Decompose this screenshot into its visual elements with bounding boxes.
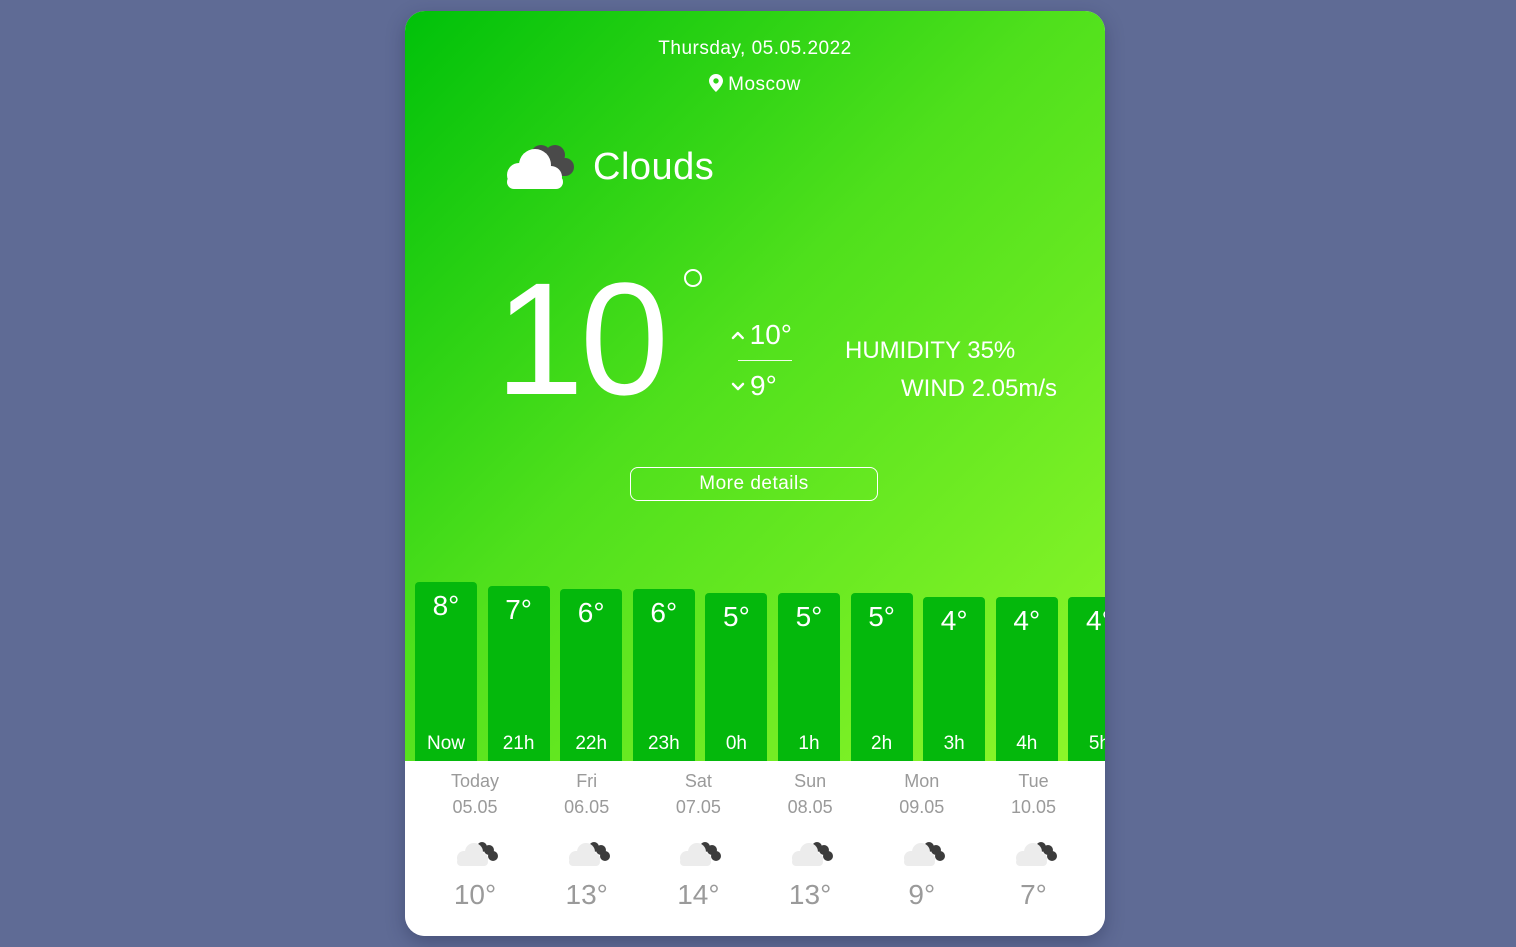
condition: Clouds [497,137,714,197]
daily-item: Mon 09.05 9° [866,771,978,911]
hourly-bar: 7° 21h [487,585,550,761]
map-pin-icon [709,74,724,92]
hourly-bar: 4° 3h [923,596,986,761]
hourly-time: 21h [502,733,535,754]
chevron-up-icon [731,331,744,340]
hourly-time: 3h [943,733,965,754]
hourly-time: 4h [1016,733,1038,754]
cloud-icon [507,145,574,189]
more-details-button[interactable]: More details [630,467,878,501]
day-date: 06.05 [564,797,610,817]
wind: WIND 2.05m/s [901,375,1058,402]
day-name: Tue [1018,771,1049,791]
hourly-time: 5h [1088,733,1105,754]
day-name: Fri [576,771,598,791]
current-temperature: 10 [495,249,669,428]
daily-item: Tue 10.05 7° [978,771,1090,911]
hourly-temp: 4° [1013,604,1041,636]
cloud-icon [792,842,834,866]
humidity: HUMIDITY 35% [845,337,1016,364]
hourly-temp: 5° [723,601,750,632]
hourly-time: Now [426,733,465,754]
day-name: Sun [794,771,827,791]
day-date: 09.05 [899,797,945,817]
hourly-temp: 5° [795,601,823,632]
hourly-temp: 6° [650,597,678,629]
hourly-bar: 5° 2h [850,593,913,761]
day-date: 10.05 [1010,797,1057,817]
day-temp: 13° [565,879,608,910]
location: Moscow [405,74,1105,96]
temp-min-row: 9° [730,368,792,404]
day-temp: 14° [677,879,720,910]
day-name: Mon [904,771,940,791]
cloud-icon [680,842,722,866]
day-temp: 13° [788,879,832,910]
day-date: 07.05 [675,797,721,817]
cloud-icon [457,842,498,866]
daily-item: Sat 07.05 14° [642,771,754,911]
hourly-bar: 6° 22h [560,589,623,761]
day-name: Sat [684,771,712,791]
location-label: Moscow [728,74,801,95]
daily-forecast: Today 05.05 10° Fri 06.05 13° Sat 07.05 14° Sun 08… [405,761,1105,936]
day-date: 08.05 [787,797,833,817]
condition-label: Clouds [593,145,715,188]
temp-max-row: 10° [730,317,792,353]
hourly-bar: 6° 23h [632,589,695,761]
hourly-temp: 6° [577,597,605,629]
hourly-time: 23h [647,733,680,754]
daily-item: Today 05.05 10° [419,771,531,911]
hourly-time: 1h [798,733,820,754]
hourly-bar: 4° 4h [995,596,1058,761]
cloud-icon [1015,842,1057,866]
day-temp: 10° [453,879,497,910]
hourly-temp: 8° [432,590,460,622]
cloud-icon [568,842,610,866]
hourly-temp: 4° [1086,604,1105,636]
hourly-time: 0h [725,733,747,754]
hourly-bar: 8° Now [415,582,477,761]
day-date: 05.05 [452,797,498,817]
degree-symbol [684,269,702,287]
temp-min: 9° [750,370,777,401]
hourly-temp: 5° [868,601,895,632]
daily-item: Fri 06.05 13° [531,771,643,911]
weather-card: Thursday, 05.05.2022 Moscow Clouds 10 10… [405,11,1105,936]
current-weather-panel: Thursday, 05.05.2022 Moscow Clouds 10 10… [405,11,1105,761]
hourly-temp: 4° [940,604,968,636]
hourly-time: 22h [575,733,608,754]
temp-range: 10° 9° [730,317,792,404]
cloud-icon [903,842,945,866]
hourly-bar: 5° 0h [705,593,768,761]
hourly-time: 2h [871,733,893,754]
temp-range-divider [738,360,792,361]
temp-max: 10° [749,319,792,350]
current-date: Thursday, 05.05.2022 [658,38,852,59]
hourly-temp: 7° [505,593,532,625]
hourly-bar: 4° 5h [1068,596,1105,761]
day-temp: 9° [908,879,936,910]
day-temp: 7° [1020,879,1047,910]
hourly-bar: 5° 1h [778,593,840,761]
chevron-down-icon [731,382,745,391]
hourly-forecast[interactable]: 8° Now 7° 21h 6° 22h 6° 23h 5° 0h 5° 1h 5° 2h 4° 3h 4° 4h… [405,571,1105,761]
daily-item: Sun 08.05 13° [754,771,866,911]
day-name: Today [450,771,500,791]
